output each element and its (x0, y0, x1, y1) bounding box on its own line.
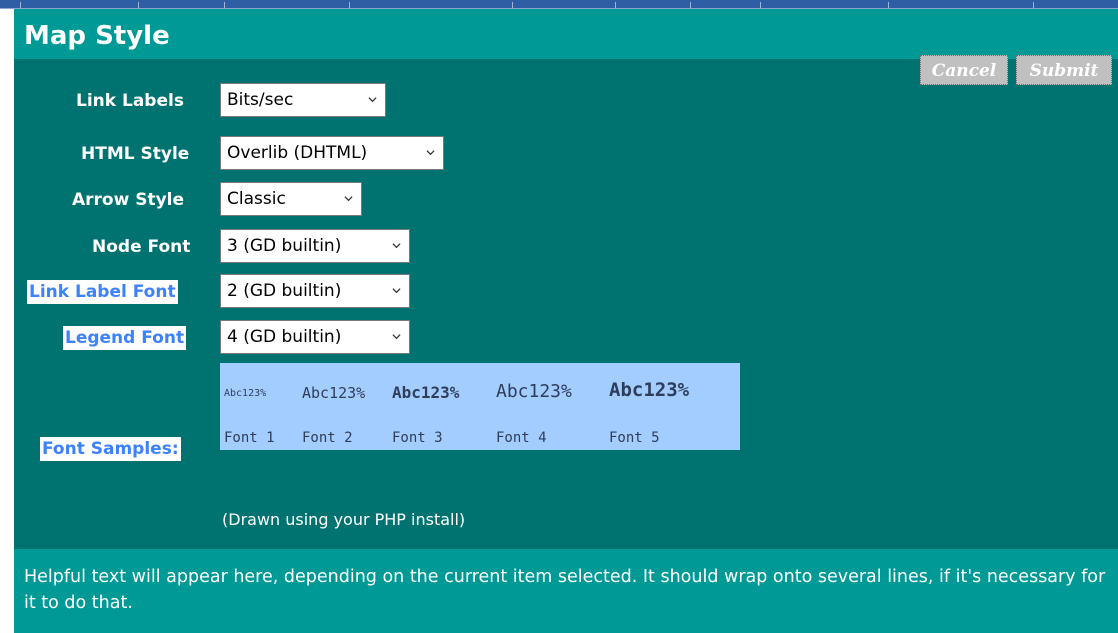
link-label-font-value: 2 (GD builtin) (227, 281, 342, 301)
font-sample-5: Abc123% (609, 379, 690, 401)
top-strip (0, 0, 1118, 9)
font-name-5: Font 5 (609, 430, 660, 446)
legend-font-value: 4 (GD builtin) (227, 327, 342, 347)
top-strip-divider (138, 2, 139, 8)
chevron-down-icon (344, 196, 353, 202)
panel-title: Map Style (24, 21, 170, 51)
chevron-down-icon (392, 243, 401, 249)
legend-font-label: Legend Font (63, 326, 187, 350)
arrow-style-value: Classic (227, 189, 286, 209)
font-sample-1: Abc123% (224, 388, 267, 399)
font-name-4: Font 4 (496, 430, 547, 446)
top-strip-divider (20, 2, 21, 8)
link-label-font-select[interactable]: 2 (GD builtin) (220, 274, 410, 308)
html-style-label: HTML Style (81, 144, 190, 164)
chevron-down-icon (368, 97, 377, 103)
map-style-panel: Map Style Cancel Submit Link Labels Bits… (14, 9, 1118, 633)
arrow-style-label: Arrow Style (72, 190, 185, 210)
top-strip-divider (1033, 2, 1034, 8)
font-sample-2: Abc123% (302, 384, 366, 402)
help-text: Helpful text will appear here, depending… (24, 567, 1106, 613)
top-strip-divider (512, 2, 513, 8)
font-name-1: Font 1 (224, 430, 275, 446)
chevron-down-icon (392, 334, 401, 340)
top-strip-divider (615, 2, 616, 8)
arrow-style-select[interactable]: Classic (220, 182, 362, 216)
legend-font-select[interactable]: 4 (GD builtin) (220, 320, 410, 354)
node-font-select[interactable]: 3 (GD builtin) (220, 229, 410, 263)
html-style-select[interactable]: Overlib (DHTML) (220, 136, 444, 170)
top-strip-divider (224, 2, 225, 8)
top-strip-divider (760, 2, 761, 8)
link-labels-label: Link Labels (76, 91, 184, 111)
link-labels-select[interactable]: Bits/sec (220, 83, 386, 117)
font-name-2: Font 2 (302, 430, 353, 446)
chevron-down-icon (426, 150, 435, 156)
submit-button[interactable]: Submit (1016, 55, 1112, 85)
top-strip-divider (690, 2, 691, 8)
node-font-label: Node Font (92, 237, 191, 257)
font-samples-note: (Drawn using your PHP install) (222, 510, 466, 529)
font-sample-3: Abc123% (392, 383, 460, 402)
font-name-3: Font 3 (392, 430, 443, 446)
link-labels-value: Bits/sec (227, 90, 294, 110)
cancel-button[interactable]: Cancel (920, 55, 1008, 85)
html-style-value: Overlib (DHTML) (227, 143, 368, 163)
font-sample-4: Abc123% (496, 381, 572, 402)
font-samples-image: Abc123% Abc123% Abc123% Abc123% Abc123% … (220, 363, 740, 450)
panel-header: Map Style (14, 9, 1118, 59)
node-font-value: 3 (GD builtin) (227, 236, 342, 256)
link-label-font-label: Link Label Font (27, 280, 178, 304)
top-strip-divider (888, 2, 889, 8)
chevron-down-icon (392, 288, 401, 294)
top-strip-divider (349, 2, 350, 8)
help-text-area: Helpful text will appear here, depending… (14, 549, 1118, 633)
font-samples-label: Font Samples: (40, 437, 181, 461)
